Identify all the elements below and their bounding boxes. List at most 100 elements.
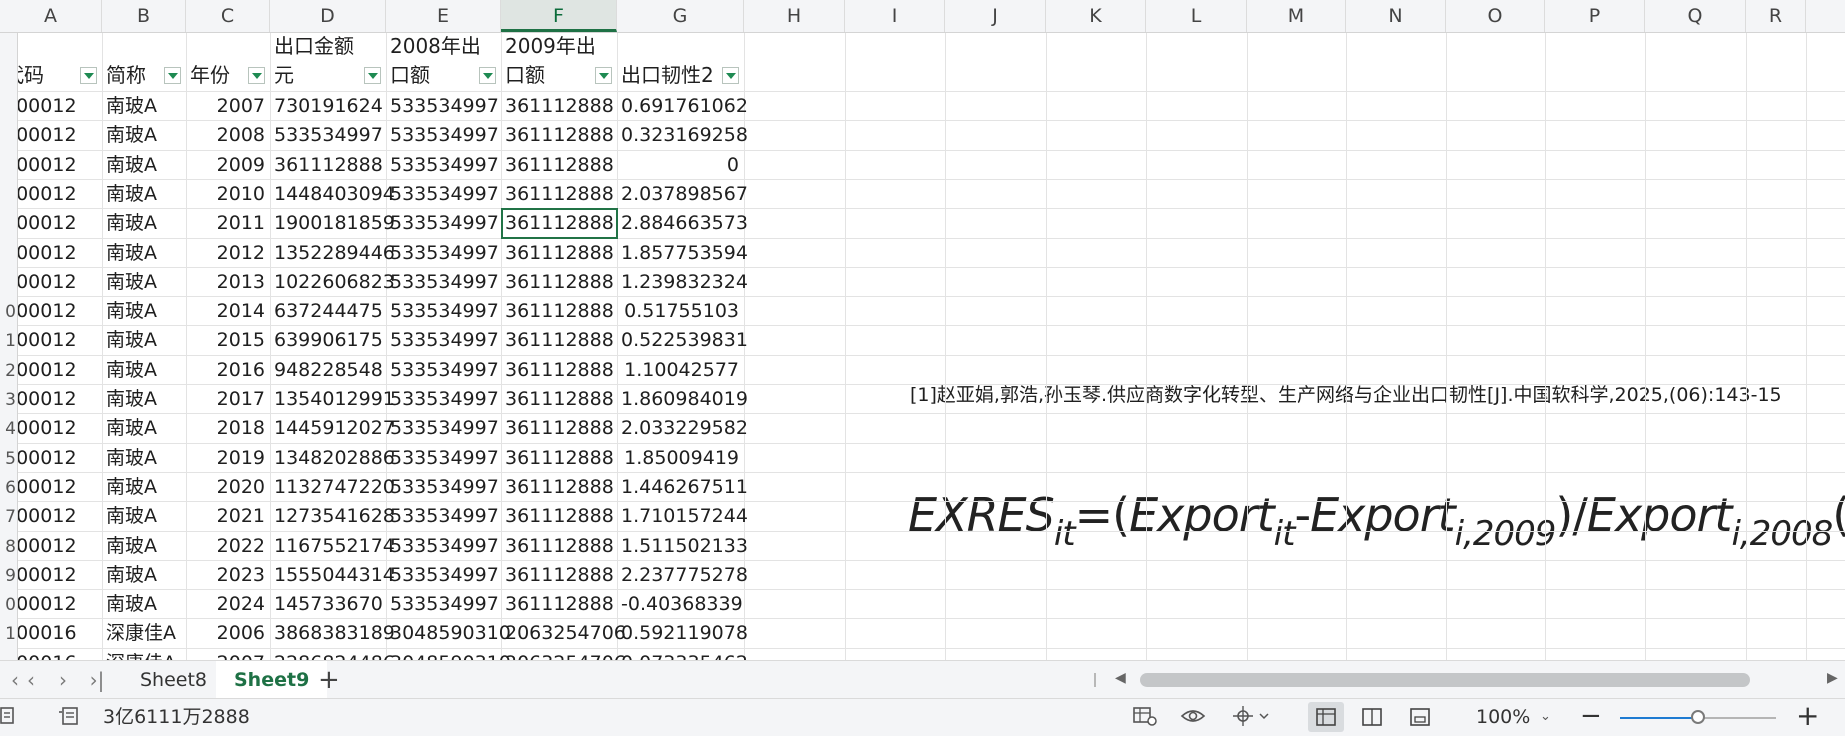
row-header[interactable]: 0 — [0, 302, 16, 322]
prev-sheet-icon[interactable]: ‹ — [18, 667, 44, 693]
zoom-out-button[interactable]: − — [1580, 703, 1602, 729]
zoom-level[interactable]: 100% — [1476, 705, 1530, 729]
cell-g[interactable]: 2.237775278 — [617, 560, 748, 589]
cell-f[interactable]: 361112888 — [501, 589, 617, 618]
cell-g[interactable]: 0.592119078 — [617, 618, 748, 647]
cell-b[interactable]: 南玻A — [102, 238, 186, 267]
eye-icon[interactable] — [1180, 705, 1206, 732]
cell-d[interactable]: 1348202886 — [270, 443, 395, 472]
cell-a[interactable]: 000012 — [18, 413, 102, 442]
scroll-left-icon[interactable]: ◀ — [1115, 670, 1126, 686]
column-header-k[interactable]: K — [1046, 0, 1146, 32]
cell-a[interactable]: 000012 — [18, 325, 102, 354]
header-line2-f[interactable]: 口额 — [501, 61, 545, 90]
last-sheet-icon[interactable]: ›| — [84, 667, 110, 693]
cell-c[interactable]: 2012 — [186, 238, 270, 267]
cell-b[interactable]: 南玻A — [102, 443, 186, 472]
cell-c[interactable]: 2024 — [186, 589, 270, 618]
scrollbar-thumb[interactable] — [1140, 673, 1750, 687]
chevron-down-icon[interactable]: ⌄ — [1540, 705, 1551, 729]
cell-d[interactable]: 637244475 — [270, 296, 386, 325]
row-header[interactable]: 5 — [0, 449, 16, 469]
cell-b[interactable]: 深康佳A — [102, 648, 186, 660]
cell-c[interactable]: 2009 — [186, 150, 270, 179]
header-line2-g[interactable]: 出口韧性2 — [617, 61, 714, 90]
cell-g[interactable]: 1.85009419 — [617, 443, 744, 472]
cell-b[interactable]: 南玻A — [102, 150, 186, 179]
cell-g[interactable]: 2.033229582 — [617, 413, 748, 442]
column-header-o[interactable]: O — [1446, 0, 1545, 32]
cell-a[interactable]: 000012 — [18, 472, 102, 501]
cell-f[interactable]: 361112888 — [501, 384, 617, 413]
header-line2-e[interactable]: 口额 — [386, 61, 430, 90]
cell-g[interactable]: -0.40368339 — [617, 589, 744, 618]
cell-g[interactable]: 0.323169258 — [617, 120, 748, 149]
cell-d[interactable]: 533534997 — [270, 120, 386, 149]
cell-e[interactable]: 533534997 — [386, 384, 501, 413]
cell-g[interactable]: 1.860984019 — [617, 384, 748, 413]
header-line2-a[interactable]: 代码 — [18, 61, 44, 90]
cell-c[interactable]: 2017 — [186, 384, 270, 413]
row-header[interactable]: 0 — [0, 595, 16, 615]
column-header-e[interactable]: E — [386, 0, 501, 32]
cell-b[interactable]: 南玻A — [102, 501, 186, 530]
cell-e[interactable]: 533534997 — [386, 443, 501, 472]
cell-a[interactable]: 000012 — [18, 120, 102, 149]
cell-g[interactable]: 0 — [617, 150, 744, 179]
filter-dropdown-icon[interactable] — [80, 67, 97, 84]
cell-d[interactable]: 1448403094 — [270, 179, 395, 208]
cell-c[interactable]: 2022 — [186, 531, 270, 560]
cell-c[interactable]: 2016 — [186, 355, 270, 384]
column-header-g[interactable]: G — [617, 0, 744, 32]
filter-dropdown-icon[interactable] — [364, 67, 381, 84]
cell-b[interactable]: 南玻A — [102, 179, 186, 208]
cell-e[interactable]: 533534997 — [386, 150, 501, 179]
row-header[interactable]: 2 — [0, 361, 16, 381]
scroll-right-icon[interactable]: ▶ — [1827, 670, 1838, 686]
cell-g[interactable]: 0.691761062 — [617, 91, 748, 120]
cell-f[interactable]: 361112888 — [501, 296, 617, 325]
cell-a[interactable]: 000012 — [18, 589, 102, 618]
cell-e[interactable]: 533534997 — [386, 355, 501, 384]
cell-b[interactable]: 南玻A — [102, 531, 186, 560]
cell-c[interactable]: 2020 — [186, 472, 270, 501]
cell-e[interactable]: 533534997 — [386, 325, 501, 354]
cell-d[interactable]: 1900181859 — [270, 208, 395, 237]
cell-f[interactable]: 361112888 — [501, 501, 617, 530]
column-header-m[interactable]: M — [1247, 0, 1346, 32]
zoom-slider[interactable] — [1620, 710, 1776, 724]
cell-d[interactable]: 145733670 — [270, 589, 386, 618]
column-header-q[interactable]: Q — [1645, 0, 1746, 32]
cell-d[interactable]: 1022606823 — [270, 267, 395, 296]
cell-a[interactable]: 000012 — [18, 238, 102, 267]
row-header[interactable]: 3 — [0, 390, 16, 410]
cell-b[interactable]: 深康佳A — [102, 618, 186, 647]
cell-a[interactable]: 000016 — [18, 618, 102, 647]
display-settings-icon[interactable] — [1132, 705, 1158, 732]
cell-b[interactable]: 南玻A — [102, 325, 186, 354]
macro-record-icon[interactable] — [0, 705, 18, 732]
focus-cell-icon[interactable] — [1232, 705, 1270, 732]
cell-c[interactable]: 2023 — [186, 560, 270, 589]
cell-a[interactable]: 000012 — [18, 208, 102, 237]
cell-d[interactable]: 1167552174 — [270, 531, 395, 560]
cell-d[interactable]: 1132747220 — [270, 472, 395, 501]
cell-f[interactable]: 361112888 — [501, 560, 617, 589]
add-sheet-button[interactable]: + — [318, 665, 340, 695]
row-header[interactable]: 1 — [0, 624, 16, 644]
cell-f[interactable]: 361112888 — [501, 120, 617, 149]
cell-b[interactable]: 南玻A — [102, 355, 186, 384]
cell-b[interactable]: 南玻A — [102, 208, 186, 237]
cell-c[interactable]: 2008 — [186, 120, 270, 149]
cell-grid[interactable]: [1]赵亚娟,郭浩,孙玉琴.供应商数字化转型、生产网络与企业出口韧性[J].中国… — [18, 33, 1845, 660]
cell-f[interactable]: 361112888 — [501, 443, 617, 472]
cell-e[interactable]: 533534997 — [386, 120, 501, 149]
cell-a[interactable]: 000012 — [18, 355, 102, 384]
cell-d[interactable]: 1352289446 — [270, 238, 395, 267]
cell-d[interactable]: 1445912027 — [270, 413, 395, 442]
cell-g[interactable]: 1.446267511 — [617, 472, 748, 501]
cell-e[interactable]: 533534997 — [386, 296, 501, 325]
cell-e[interactable]: 533534997 — [386, 413, 501, 442]
header-line2-d[interactable]: 元 — [270, 61, 294, 90]
cell-c[interactable]: 2006 — [186, 618, 270, 647]
